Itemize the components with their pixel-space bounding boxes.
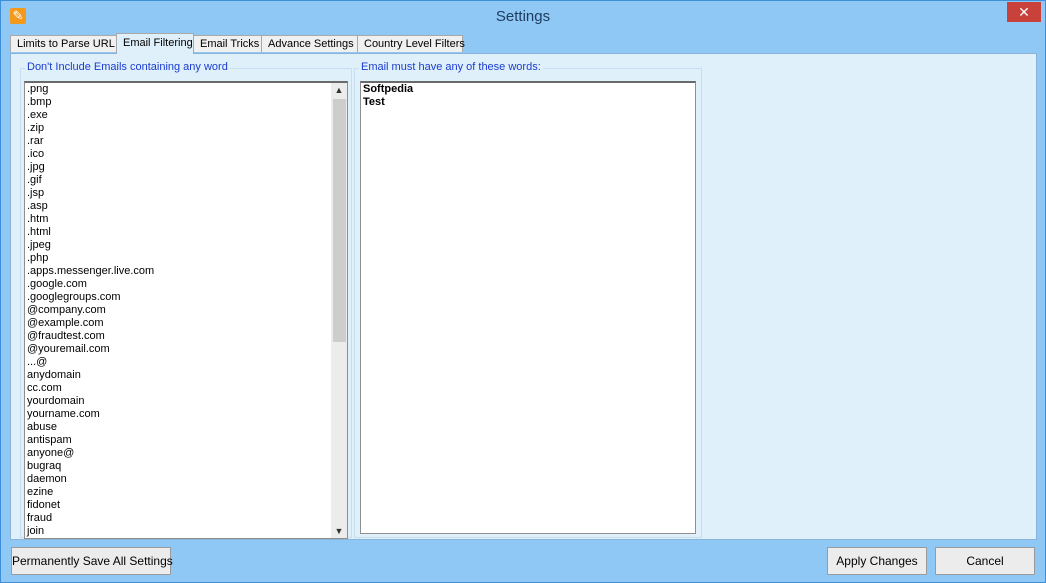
list-item[interactable]: @fraudtest.com [25, 330, 347, 343]
list-item[interactable]: @youremail.com [25, 343, 347, 356]
list-item[interactable]: Softpedia [361, 83, 695, 96]
list-item[interactable]: .apps.messenger.live.com [25, 265, 347, 278]
list-item[interactable]: .exe [25, 109, 347, 122]
list-item[interactable]: @example.com [25, 317, 347, 330]
list-item[interactable]: antispam [25, 434, 347, 447]
tab-email-filtering[interactable]: Email Filtering [116, 33, 194, 54]
list-item[interactable]: .php [25, 252, 347, 265]
list-item[interactable]: .jpeg [25, 239, 347, 252]
include-words-title: Email must have any of these words: [359, 61, 543, 73]
tab-country-level-filters[interactable]: Country Level Filters [357, 35, 465, 52]
exclude-words-group: Don't Include Emails containing any word… [20, 61, 352, 539]
list-item[interactable]: bugraq [25, 460, 347, 473]
scroll-up-icon[interactable]: ▲ [331, 83, 347, 97]
tab-advance-settings[interactable]: Advance Settings [261, 35, 358, 52]
scroll-down-icon[interactable]: ▼ [331, 524, 347, 538]
list-item[interactable]: ezine [25, 486, 347, 499]
list-item[interactable]: .jsp [25, 187, 347, 200]
list-item[interactable]: yourname.com [25, 408, 347, 421]
exclude-words-list[interactable]: .png .bmp .exe .zip .rar .ico .jpg .gif .jsp .asp… [24, 81, 348, 539]
cancel-button[interactable]: Cancel [935, 547, 1035, 575]
tab-limits-to-parse-url[interactable]: Limits to Parse URL [10, 35, 117, 52]
list-item[interactable]: fidonet [25, 499, 347, 512]
tab-email-tricks[interactable]: Email Tricks [193, 35, 262, 52]
list-item[interactable]: .zip [25, 122, 347, 135]
list-item[interactable]: anyone@ [25, 447, 347, 460]
vertical-scrollbar[interactable]: ▲ ▼ [331, 83, 347, 538]
apply-changes-button[interactable]: Apply Changes [827, 547, 927, 575]
list-item[interactable]: Test [361, 96, 695, 109]
list-item[interactable]: .googlegroups.com [25, 291, 347, 304]
list-item[interactable]: .ico [25, 148, 347, 161]
email-filtering-panel: Don't Include Emails containing any word… [10, 53, 1037, 540]
list-item[interactable]: @company.com [25, 304, 347, 317]
title-bar: ✎ Settings ✕ [1, 1, 1045, 32]
exclude-items-container: .png .bmp .exe .zip .rar .ico .jpg .gif .jsp .asp… [25, 83, 347, 538]
include-words-list[interactable]: Softpedia Test [360, 81, 696, 534]
include-items-container: Softpedia Test [361, 83, 695, 109]
list-item[interactable]: .png [25, 83, 347, 96]
exclude-words-title: Don't Include Emails containing any word [25, 61, 230, 73]
list-item[interactable]: join [25, 525, 347, 538]
list-item[interactable]: .gif [25, 174, 347, 187]
list-item[interactable]: abuse [25, 421, 347, 434]
scroll-thumb[interactable] [333, 99, 346, 342]
settings-window: ✎ Settings ✕ Limits to Parse URL Email F… [0, 0, 1046, 583]
window-title: Settings [495, 8, 551, 25]
close-button[interactable]: ✕ [1007, 2, 1041, 22]
list-item[interactable]: .jpg [25, 161, 347, 174]
list-item[interactable]: .google.com [25, 278, 347, 291]
save-all-settings-button[interactable]: Permanently Save All Settings [11, 547, 173, 575]
include-words-group: Email must have any of these words: Soft… [354, 61, 702, 538]
list-item[interactable]: anydomain [25, 369, 347, 382]
list-item[interactable]: .asp [25, 200, 347, 213]
list-item[interactable]: fraud [25, 512, 347, 525]
list-item[interactable]: yourdomain [25, 395, 347, 408]
list-item[interactable]: .rar [25, 135, 347, 148]
list-item[interactable]: .bmp [25, 96, 347, 109]
list-item[interactable]: daemon [25, 473, 347, 486]
list-item[interactable]: .html [25, 226, 347, 239]
list-item[interactable]: cc.com [25, 382, 347, 395]
list-item[interactable]: .htm [25, 213, 347, 226]
list-item[interactable]: ...@ [25, 356, 347, 369]
